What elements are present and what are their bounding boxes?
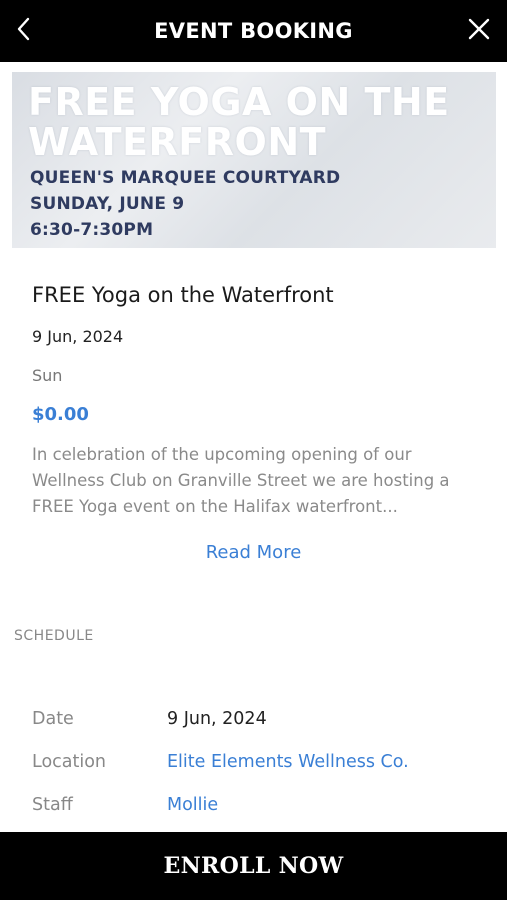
- event-title: FREE Yoga on the Waterfront: [32, 283, 334, 307]
- event-day: Sun: [32, 366, 63, 385]
- schedule-row-location: Location Elite Elements Wellness Co.: [32, 752, 492, 782]
- schedule-row-staff: Staff Mollie: [32, 795, 492, 825]
- close-button[interactable]: [465, 15, 493, 43]
- event-date: 9 Jun, 2024: [32, 327, 124, 346]
- event-banner-image: FREE YOGA ON THE WATERFRONT QUEEN'S MARQ…: [12, 72, 496, 248]
- top-bar: EVENT BOOKING: [0, 0, 507, 62]
- banner-time: 6:30-7:30PM: [30, 220, 154, 240]
- staff-link[interactable]: Mollie: [167, 795, 218, 815]
- enroll-now-button[interactable]: ENROLL NOW: [0, 832, 507, 900]
- schedule-label: Staff: [32, 795, 73, 815]
- back-button[interactable]: [10, 14, 36, 44]
- schedule-label: Location: [32, 752, 107, 772]
- read-more-link[interactable]: Read More: [0, 542, 507, 563]
- banner-headline-line2: WATERFRONT: [28, 120, 327, 164]
- banner-date: SUNDAY, JUNE 9: [30, 194, 185, 214]
- close-icon: [468, 18, 490, 40]
- schedule-label: Date: [32, 709, 74, 729]
- event-price: $0.00: [32, 404, 89, 425]
- schedule-row-date: Date 9 Jun, 2024: [32, 709, 492, 739]
- banner-headline-line1: FREE YOGA ON THE: [28, 80, 450, 124]
- schedule-section-label: SCHEDULE: [14, 628, 94, 644]
- page-title: EVENT BOOKING: [154, 19, 353, 43]
- banner-headline: FREE YOGA ON THE WATERFRONT: [28, 82, 488, 162]
- event-description: In celebration of the upcoming opening o…: [32, 445, 450, 516]
- chevron-left-icon: [17, 17, 30, 41]
- location-link[interactable]: Elite Elements Wellness Co.: [167, 752, 409, 772]
- banner-venue: QUEEN'S MARQUEE COURTYARD: [30, 168, 341, 188]
- schedule-value: 9 Jun, 2024: [167, 709, 267, 729]
